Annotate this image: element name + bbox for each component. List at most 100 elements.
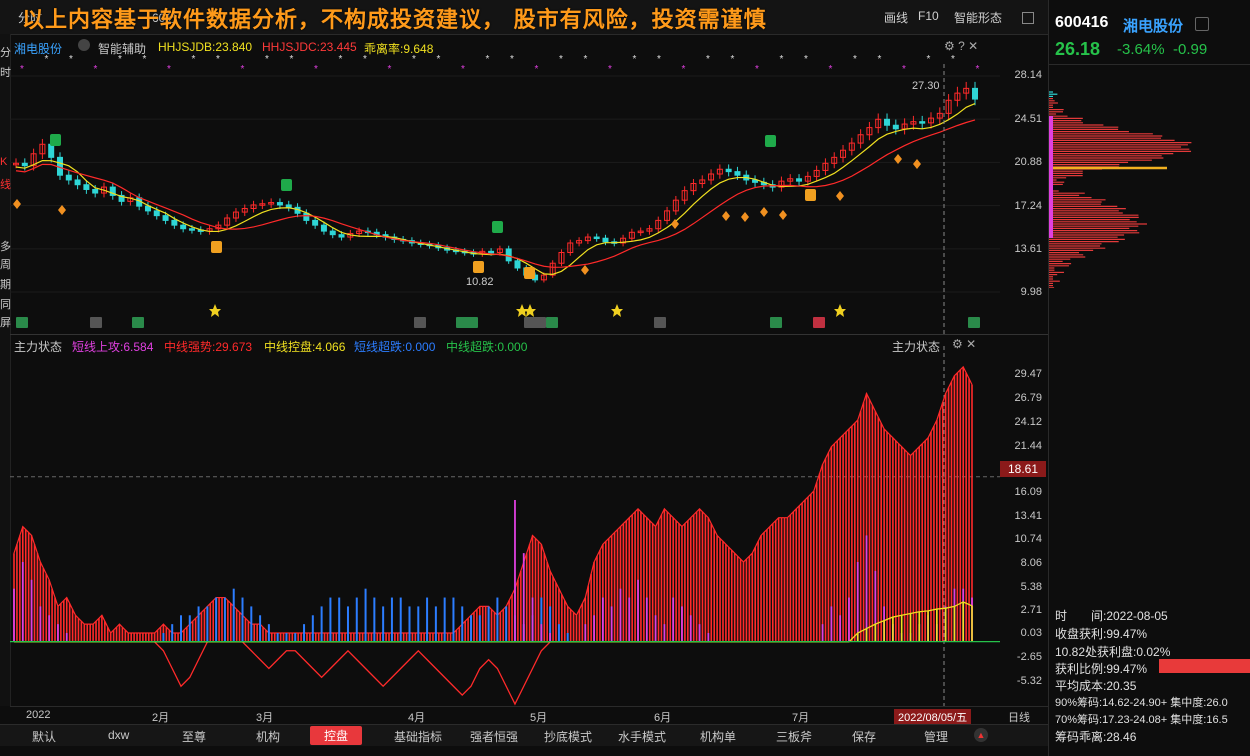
diamond-marker-icon [722,211,730,221]
candle-body [593,236,600,240]
tag-badge [132,317,144,328]
ls-char[interactable]: K [0,156,7,168]
stat-chip-bias: 筹码乖离:28.46 [1055,730,1137,744]
y-tick: 21.44 [1014,440,1042,452]
y-tick: -5.32 [1016,675,1042,687]
tab-kongpan[interactable]: 控盘 [310,726,363,745]
candle-body [74,179,81,186]
tab-strong[interactable]: 强者恒强 [470,728,518,745]
tab-zhizun[interactable]: 至尊 [182,728,206,745]
candle-body [919,121,926,124]
asterisk-marker: * [878,54,882,65]
y-tick: 26.79 [1014,392,1042,404]
candle-body [884,118,891,126]
tab-sailor[interactable]: 水手模式 [618,728,666,745]
y-tick: 20.88 [1014,156,1042,168]
asterisk-marker: * [314,64,318,75]
asterisk-marker: * [535,64,539,75]
diamond-marker-icon [779,210,787,220]
candle-body [320,224,327,232]
scroll-up-icon[interactable]: ▲ [974,728,988,742]
candle-body [65,174,72,181]
lock-icon[interactable] [1195,17,1209,31]
tb-item-draw[interactable]: 画线 [884,9,908,26]
candle-body [892,124,899,130]
bottom-strip [0,746,1048,756]
stat-low-profit: 10.82处获利盘:0.02% [1055,645,1171,659]
layout-icon[interactable] [1022,12,1034,24]
tab-save[interactable]: 保存 [852,728,876,745]
tab-manage[interactable]: 管理 [924,728,948,745]
kline-svg: * * * * * * * * * * * * * * * * * * * * * * * * * * * * * * * * * * * * * * * * [10,54,1000,334]
period-label[interactable]: 日线 [1008,709,1030,725]
tab-default[interactable]: 默认 [32,728,56,745]
asterisk-marker: * [216,54,220,65]
sell-signal-icon [281,179,292,191]
buy-signal-icon [211,241,222,253]
tag-badge [968,317,980,328]
asterisk-marker: * [290,54,294,65]
x-tick: 5月 [530,712,548,724]
stat-profit-ratio: 获利比例:99.47% [1055,662,1148,676]
candle-body [972,87,978,100]
y-tick: 2.71 [1020,604,1042,616]
asterisk-marker: * [633,54,637,65]
candle-body [488,250,495,254]
ma-red-line [15,119,976,268]
diamond-marker-icon [913,159,921,169]
tag-badge [813,317,825,328]
y-tick: 8.06 [1020,557,1042,569]
tab-inst-order[interactable]: 机构单 [700,728,736,745]
candle-body [48,143,55,158]
tab-three-axe[interactable]: 三板斧 [776,728,812,745]
x-tick: 6月 [654,712,672,724]
candle-body [796,178,803,182]
tab-jigou[interactable]: 机构 [256,728,280,745]
x-tick: 2022 [26,709,51,721]
asterisk-marker: * [241,64,245,75]
asterisk-marker: * [951,54,955,65]
asterisk-marker: * [143,54,147,65]
asterisk-marker: * [412,54,416,65]
diamond-marker-icon [760,207,768,217]
candle-body [21,162,28,167]
asterisk-marker: * [657,54,661,65]
sell-signal-icon [50,134,61,146]
tag-badge [414,317,426,328]
candle-body [171,219,178,226]
change-abs: -0.99 [1173,41,1208,58]
asterisk-marker: * [853,54,857,65]
candle-body [602,237,609,243]
y-tick: 17.24 [1014,200,1042,212]
tab-dxw[interactable]: dxw [108,728,129,742]
candle-body [188,228,195,231]
candle-body [180,224,187,230]
buy-signal-icon [524,267,535,279]
high-label: 27.30 [912,80,940,92]
candle-body [153,210,160,217]
kline-pane[interactable]: 湘电股份 智能辅助 HHJSJDB:23.840 HHJSJDC:23.445 … [10,34,1000,334]
sell-signal-icon [765,135,776,147]
last-price: 26.18 [1055,39,1101,59]
asterisk-marker: * [559,54,563,65]
asterisk-marker: * [45,54,49,65]
candle-body [285,204,292,208]
tab-bottom[interactable]: 抄底模式 [544,728,592,745]
y-tick: 29.47 [1014,368,1042,380]
tb-item-f10[interactable]: F10 [918,9,939,23]
indicator-pane[interactable]: 主力状态 短线上攻:6.584 中线强势:29.673 中线控盘:4.066 短… [10,336,1000,706]
right-panel: 600416 湘电股份 26.18 -3.64% -0.99 时 间:2022-… [1048,0,1250,756]
candle-body [162,215,169,221]
tab-basic[interactable]: 基础指标 [394,728,442,745]
asterisk-marker: * [192,54,196,65]
asterisk-marker: * [902,64,906,75]
y-tick: 13.61 [1014,243,1042,255]
candle-body [329,230,336,236]
tag-badge [546,317,558,328]
sell-signal-icon [492,221,503,233]
stock-name[interactable]: 湘电股份 [1123,15,1183,36]
tb-item-smart-form[interactable]: 智能形态 [954,9,1002,26]
asterisk-marker: * [20,64,24,75]
indicator-svg [10,346,1000,706]
candle-body [514,260,521,269]
